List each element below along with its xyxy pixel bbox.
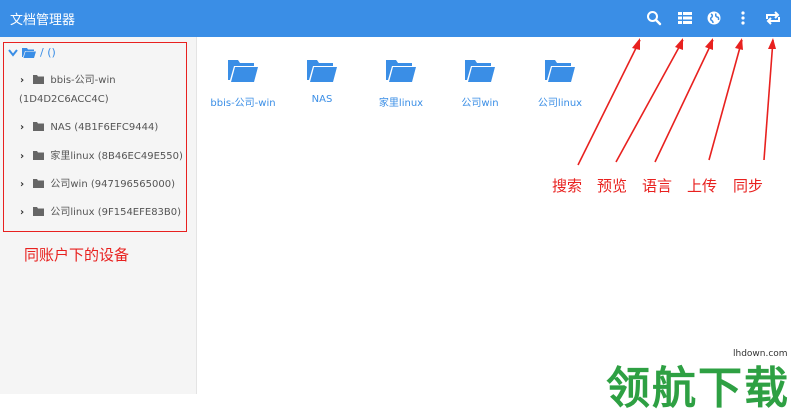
arrow-language: [654, 39, 714, 163]
annotation-preview: 预览: [597, 177, 628, 195]
arrow-search: [577, 39, 641, 166]
arrow-sync: [763, 39, 774, 161]
annotation-upload: 上传: [687, 177, 718, 195]
arrow-upload: [708, 39, 743, 161]
annotation-search: 搜索: [552, 177, 583, 195]
watermark-logo: 领航下载: [606, 363, 790, 414]
arrow-preview: [615, 39, 684, 163]
annotation-language: 语言: [642, 177, 673, 195]
annotation-sync: 同步: [733, 177, 764, 195]
